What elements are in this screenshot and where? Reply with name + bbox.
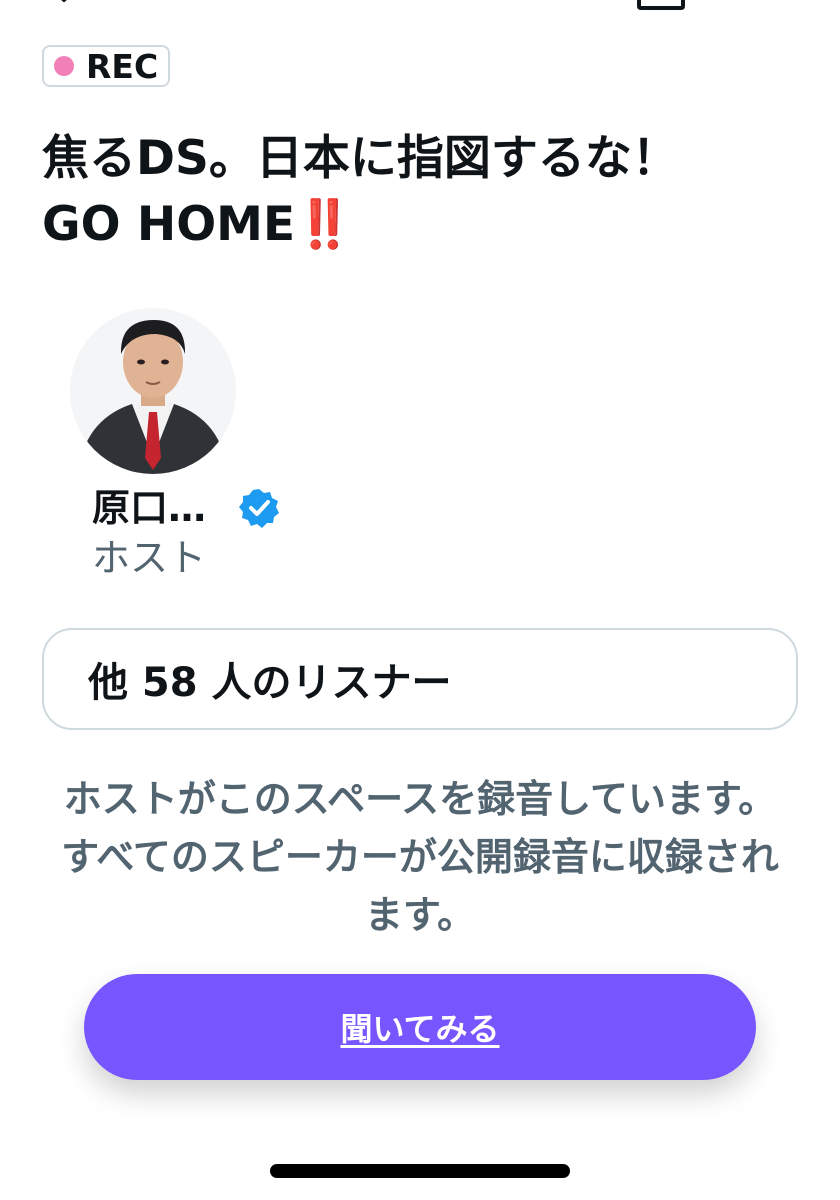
listen-button-label: 聞いてみる: [340, 1010, 500, 1048]
space-title-line2: GO HOME‼️: [42, 192, 802, 258]
host-avatar[interactable]: [70, 308, 236, 474]
space-title-text: GO HOME: [42, 197, 296, 252]
close-icon[interactable]: [44, 0, 90, 10]
rec-label: REC: [86, 46, 159, 86]
recording-notice: ホストがこのスペースを録音しています。すべてのスピーカーが公開録音に収録されます…: [61, 777, 779, 937]
rec-badge: REC: [42, 45, 171, 87]
double-exclamation-emoji: ‼️: [295, 197, 354, 252]
home-indicator[interactable]: [270, 1164, 570, 1178]
space-title: 焦るDS。日本に指図するな！ GO HOME‼️: [42, 126, 802, 258]
listen-button[interactable]: 聞いてみる: [84, 974, 756, 1080]
host-name[interactable]: 原口…: [92, 484, 206, 532]
host-name-row: 原口…: [92, 484, 280, 532]
host-role: ホスト: [92, 536, 207, 580]
host-avatar-photo: [70, 308, 236, 474]
verified-badge-icon: [239, 489, 280, 528]
space-title-line1: 焦るDS。日本に指図するな！: [42, 131, 679, 186]
listeners-count: 他 58 人のリスナー: [88, 660, 452, 706]
listeners-box[interactable]: 他 58 人のリスナー: [42, 628, 798, 730]
recording-dot-icon: [54, 56, 74, 76]
share-icon[interactable]: [636, 0, 686, 10]
